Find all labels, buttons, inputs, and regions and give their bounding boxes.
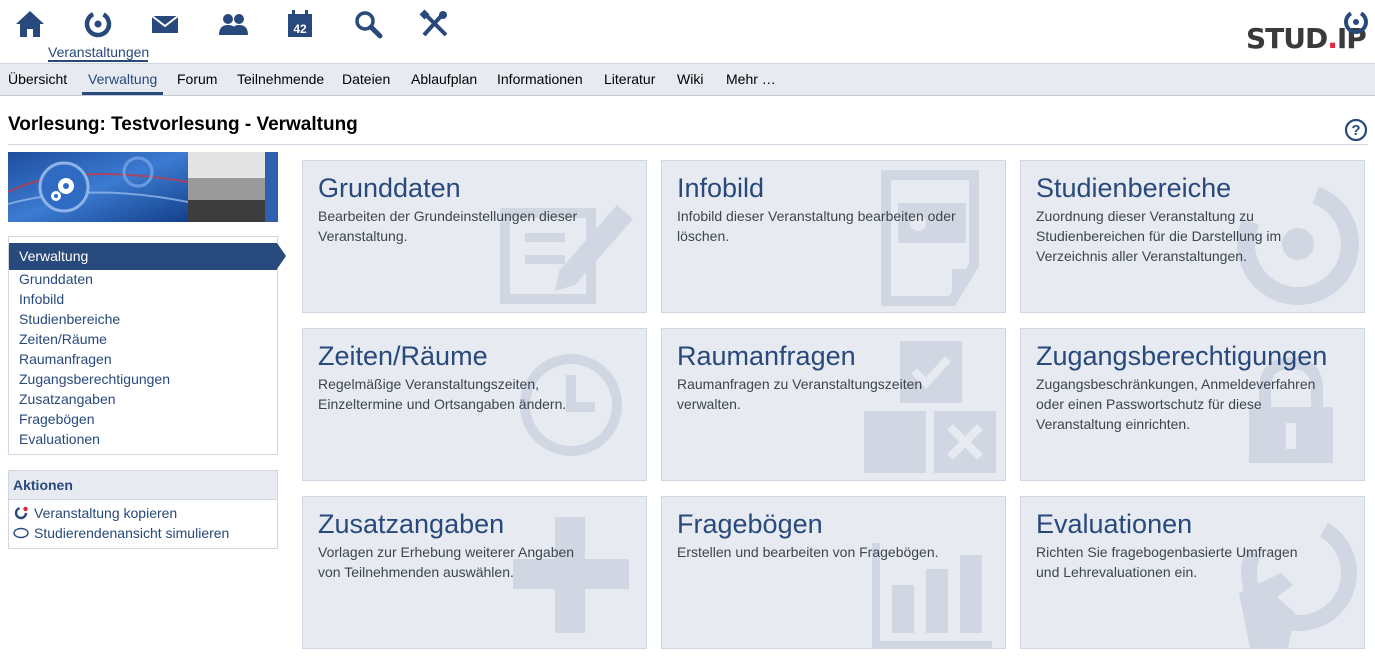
help-icon[interactable]: ?	[1344, 118, 1368, 142]
page-title: Vorlesung: Testvorlesung - Verwaltung	[8, 114, 358, 135]
tile-frageboegen[interactable]: Fragebögen Erstellen und bearbeiten von …	[661, 496, 1006, 649]
logo-ring-icon	[1344, 10, 1368, 34]
eye-icon	[13, 527, 29, 539]
tab-files[interactable]: Dateien	[342, 71, 390, 87]
tab-more[interactable]: Mehr …	[726, 71, 776, 87]
simulate-student-view-label: Studierendenansicht simulieren	[34, 525, 230, 541]
svg-text:42: 42	[293, 22, 307, 36]
copy-course-label: Veranstaltung kopieren	[34, 505, 178, 521]
tab-information[interactable]: Informationen	[497, 71, 583, 87]
tile-zeiten-raeume[interactable]: Zeiten/Räume Regelmäßige Veranstaltungsz…	[302, 328, 647, 481]
logo-text-dot: .	[1327, 22, 1338, 55]
community-icon[interactable]	[216, 8, 250, 40]
copy-icon	[14, 506, 28, 520]
nav-active-label[interactable]: Veranstaltungen	[48, 44, 149, 60]
mail-icon[interactable]	[148, 8, 182, 40]
tab-overview[interactable]: Übersicht	[8, 71, 67, 87]
tile-description: Raumanfragen zu Veranstaltungszeiten ver…	[677, 376, 923, 412]
tile-description: Vorlagen zur Erhebung weiterer Angaben v…	[318, 544, 575, 580]
tile-description: Infobild dieser Veranstaltung bearbeiten…	[677, 208, 956, 244]
title-divider	[8, 144, 1368, 145]
tile-title: Studienbereiche	[1036, 173, 1232, 203]
tile-description: Richten Sie fragebogenbasierte Umfragen …	[1036, 544, 1298, 580]
tile-title: Evaluationen	[1036, 509, 1193, 539]
home-icon[interactable]	[13, 8, 47, 40]
tile-description: Zuordnung dieser Veranstaltung zu Studie…	[1036, 208, 1282, 264]
tab-participants[interactable]: Teilnehmende	[237, 71, 324, 87]
sidebar-item-frageboegen[interactable]: Fragebögen	[19, 411, 95, 427]
sidebar-item-evaluationen[interactable]: Evaluationen	[19, 431, 100, 447]
top-navigation-bar: 42 Veranstaltungen STUD.IP	[0, 0, 1375, 64]
tile-description: Erstellen und bearbeiten von Fragebögen.	[677, 544, 939, 560]
sidebar-item-raumanfragen[interactable]: Raumanfragen	[19, 351, 112, 367]
tile-infobild[interactable]: Infobild Infobild dieser Veranstaltung b…	[661, 160, 1006, 313]
sidebar-item-infobild[interactable]: Infobild	[19, 291, 64, 307]
tab-administration[interactable]: Verwaltung	[88, 71, 157, 87]
sidebar-course-image	[8, 152, 278, 222]
search-icon[interactable]	[351, 8, 385, 40]
sidebar-item-zeiten-raeume[interactable]: Zeiten/Räume	[19, 331, 107, 347]
copy-course-action[interactable]: Veranstaltung kopieren	[13, 505, 177, 521]
tile-raumanfragen[interactable]: Raumanfragen Raumanfragen zu Veranstaltu…	[661, 328, 1006, 481]
tile-title: Zugangsberechtigungen	[1036, 341, 1328, 371]
tile-title: Grunddaten	[318, 173, 461, 203]
tools-icon[interactable]	[418, 8, 452, 40]
tile-studienbereiche[interactable]: Studienbereiche Zuordnung dieser Veranst…	[1020, 160, 1365, 313]
tab-literature[interactable]: Literatur	[604, 71, 655, 87]
sidebar-navigation: Verwaltung Grunddaten Infobild Studienbe…	[8, 236, 286, 455]
tile-zugangsberechtigungen[interactable]: Zugangsberechtigungen Zugangsbeschränkun…	[1020, 328, 1365, 481]
tile-grunddaten[interactable]: Grunddaten Bearbeiten der Grundeinstellu…	[302, 160, 647, 313]
sidebar-item-grunddaten[interactable]: Grunddaten	[19, 271, 93, 287]
tile-evaluationen[interactable]: Evaluationen Richten Sie fragebogenbasie…	[1020, 496, 1365, 649]
tile-description: Regelmäßige Veranstaltungszeiten, Einzel…	[318, 376, 567, 412]
actions-header: Aktionen	[9, 471, 277, 500]
tile-title: Infobild	[677, 173, 765, 203]
sidebar-actions: Aktionen Veranstaltung kopieren Studiere…	[8, 470, 278, 549]
svg-text:?: ?	[1351, 122, 1360, 139]
tab-schedule[interactable]: Ablaufplan	[411, 71, 477, 87]
course-tabs: Übersicht Verwaltung Forum Teilnehmende …	[0, 64, 1375, 96]
studip-logo[interactable]: STUD.IP	[1246, 10, 1370, 56]
logo-text-main: STUD	[1246, 22, 1328, 55]
sidebar-nav-active[interactable]: Verwaltung	[9, 243, 277, 270]
nav-active-indicator	[48, 60, 148, 62]
active-tab-indicator	[82, 92, 163, 95]
tab-wiki[interactable]: Wiki	[677, 71, 703, 87]
tile-title: Raumanfragen	[677, 341, 856, 371]
tile-description: Bearbeiten der Grundeinstellungen dieser…	[318, 208, 578, 244]
tab-forum[interactable]: Forum	[177, 71, 217, 87]
calendar-icon[interactable]: 42	[283, 8, 317, 40]
tile-title: Fragebögen	[677, 509, 823, 539]
sidebar-item-zusatzangaben[interactable]: Zusatzangaben	[19, 391, 116, 407]
sidebar-item-studienbereiche[interactable]: Studienbereiche	[19, 311, 120, 327]
tile-title: Zeiten/Räume	[318, 341, 488, 371]
sidebar-item-zugangsberechtigungen[interactable]: Zugangsberechtigungen	[19, 371, 170, 387]
tile-zusatzangaben[interactable]: Zusatzangaben Vorlagen zur Erhebung weit…	[302, 496, 647, 649]
tile-title: Zusatzangaben	[318, 509, 505, 539]
courses-icon[interactable]	[81, 8, 115, 40]
simulate-student-view-action[interactable]: Studierendenansicht simulieren	[13, 525, 229, 541]
sidebar-active-arrow	[277, 243, 286, 269]
tile-description: Zugangsbeschränkungen, Anmeldeverfahren …	[1036, 376, 1316, 432]
